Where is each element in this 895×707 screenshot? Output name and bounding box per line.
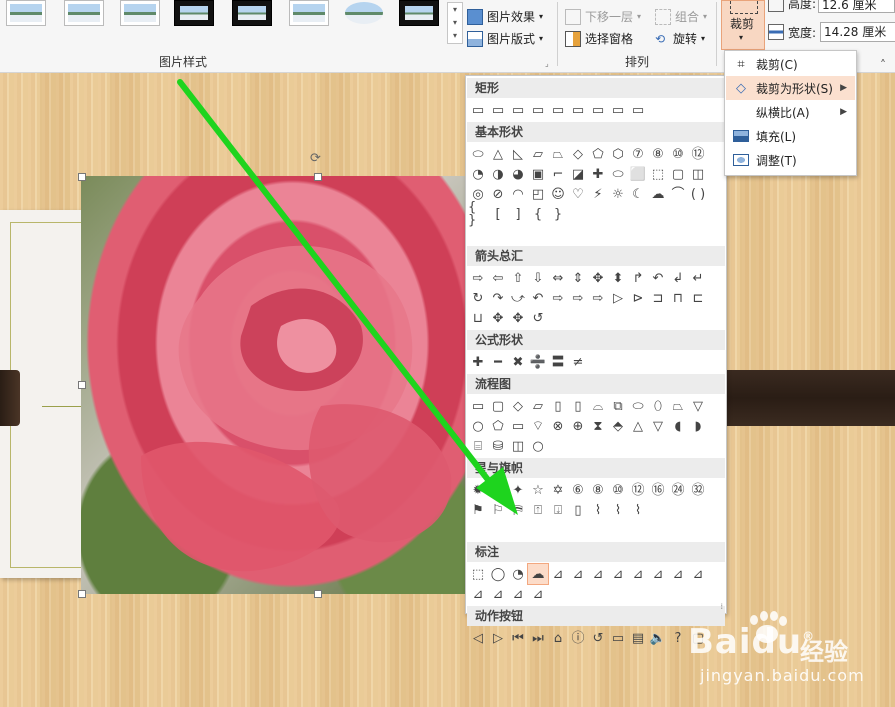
watermark-url: jingyan.baidu.com xyxy=(700,666,865,685)
annotation-arrow xyxy=(177,79,518,515)
watermark-brand-cn: 经验 xyxy=(800,638,848,666)
paw-logo-icon xyxy=(748,611,788,651)
